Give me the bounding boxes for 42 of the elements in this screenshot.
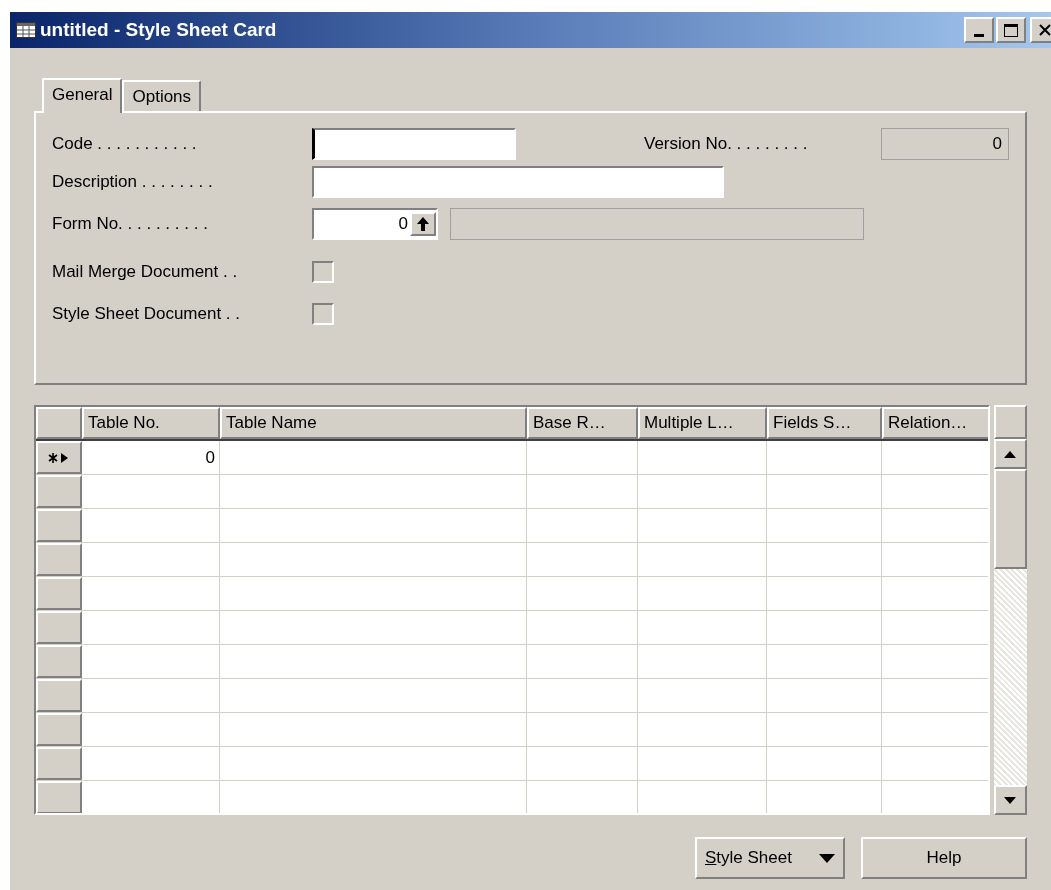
field-label: Style Sheet Document . .	[52, 303, 242, 326]
column-header[interactable]: Fields S…	[767, 407, 882, 439]
field-label: Code . . . . . . . . . . .	[52, 133, 198, 156]
description-field[interactable]	[312, 166, 724, 198]
tab[interactable]: General	[42, 78, 123, 113]
version-no-field: 0	[881, 128, 1009, 160]
column-header[interactable]: Base R…	[527, 407, 638, 439]
maximize-button[interactable]	[996, 17, 1026, 43]
column-header[interactable]: Multiple L…	[638, 407, 767, 439]
up-triangle-icon	[1004, 450, 1017, 458]
close-icon	[1039, 24, 1051, 36]
checkbox[interactable]	[312, 261, 334, 283]
minimize-button[interactable]	[964, 17, 994, 43]
checkbox[interactable]	[312, 303, 334, 325]
row-selector[interactable]	[36, 441, 82, 474]
scroll-down-button[interactable]	[993, 785, 1027, 815]
table-icon	[16, 22, 36, 38]
window-title: untitled - Style Sheet Card	[40, 17, 277, 42]
close-button[interactable]	[1030, 17, 1051, 43]
maximize-icon	[1004, 23, 1018, 37]
help-button[interactable]: Help	[861, 837, 1027, 879]
field-label: Mail Merge Document . .	[52, 261, 239, 284]
field-label: Form No. . . . . . . . . .	[52, 213, 209, 236]
scrollbar-corner	[993, 405, 1027, 439]
scroll-up-button[interactable]	[993, 439, 1027, 469]
scroll-thumb[interactable]	[993, 469, 1027, 569]
up-arrow-icon	[417, 217, 429, 231]
form-no-field[interactable]: 0	[312, 208, 438, 240]
field-label: Description . . . . . . . .	[52, 171, 214, 194]
column-header[interactable]: Table No.	[82, 407, 220, 439]
new-row-pointer-icon	[48, 451, 70, 464]
code-field[interactable]	[312, 128, 516, 160]
minimize-icon	[974, 34, 984, 37]
column-header[interactable]: Table Name	[220, 407, 527, 439]
table-cell: 0	[82, 441, 220, 474]
scrollbar[interactable]	[993, 405, 1027, 815]
menu-button[interactable]: Style Sheet	[695, 837, 845, 879]
dropdown-icon	[819, 853, 835, 863]
lookup-button[interactable]	[410, 212, 436, 236]
tab[interactable]: Options	[122, 80, 202, 111]
down-triangle-icon	[1004, 796, 1017, 804]
field-label: Version No. . . . . . . . .	[644, 133, 809, 156]
